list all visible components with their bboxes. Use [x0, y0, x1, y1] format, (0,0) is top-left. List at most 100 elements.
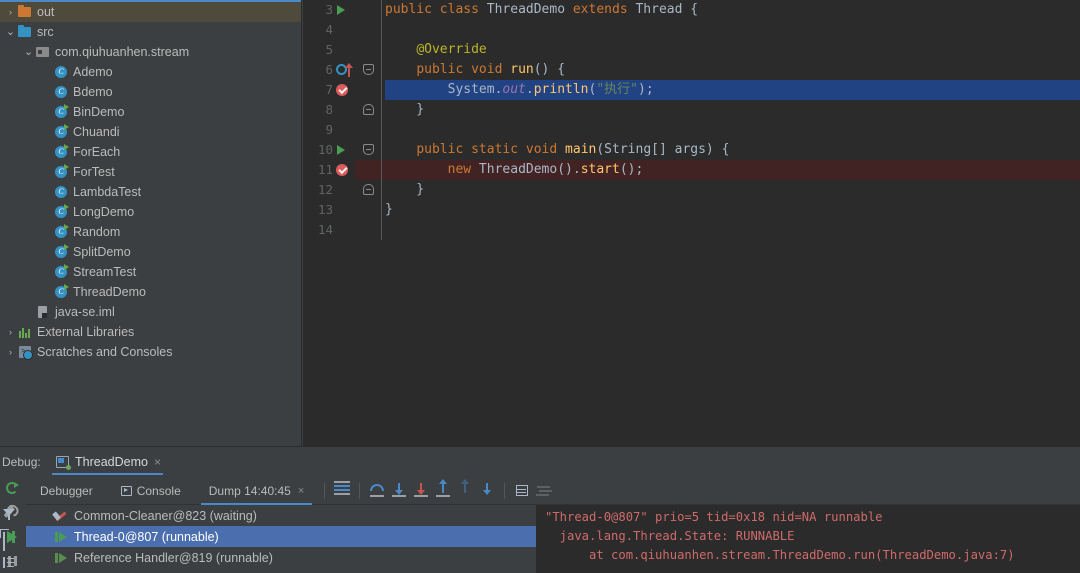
run-gutter-icon[interactable]: [337, 145, 345, 155]
code-line[interactable]: 10 public static void main(String[] args…: [303, 140, 1080, 160]
tree-item-fortest[interactable]: C ForTest: [0, 162, 301, 182]
line-number: 9: [325, 122, 333, 137]
stack-trace-line[interactable]: java.lang.Thread.State: RUNNABLE: [545, 527, 1080, 546]
line-number: 5: [325, 42, 333, 57]
tree-item-foreach[interactable]: C ForEach: [0, 142, 301, 162]
tree-item-bindemo[interactable]: C BinDemo: [0, 102, 301, 122]
breakpoint-icon[interactable]: [336, 84, 348, 96]
stack-trace-line[interactable]: "Thread-0@807" prio=5 tid=0x18 nid=NA ru…: [545, 508, 1080, 527]
tree-item-splitdemo[interactable]: C SplitDemo: [0, 242, 301, 262]
tree-item-bdemo[interactable]: C Bdemo: [0, 82, 301, 102]
rerun-button[interactable]: [3, 479, 23, 499]
tree-item-java-se-iml[interactable]: java-se.iml: [0, 302, 301, 322]
code-line[interactable]: 6 public void run() {: [303, 60, 1080, 80]
tree-item-scratches-and-consoles[interactable]: › >_ Scratches and Consoles: [0, 342, 301, 362]
chevron-right-icon[interactable]: ›: [4, 7, 17, 17]
gutter-divider: [381, 160, 382, 180]
code-line[interactable]: 9: [303, 120, 1080, 140]
tree-item-random[interactable]: C Random: [0, 222, 301, 242]
tab-console[interactable]: Console: [107, 477, 195, 505]
line-number: 4: [325, 22, 333, 37]
code-fold-toggle[interactable]: [363, 184, 374, 195]
tab-debugger[interactable]: Debugger: [26, 477, 107, 505]
runnable-class-icon: C: [53, 264, 69, 280]
toolbar-divider: [504, 482, 506, 499]
code-text: @Override: [416, 42, 487, 57]
tree-item-threaddemo[interactable]: C ThreadDemo: [0, 282, 301, 302]
evaluate-expression-button[interactable]: [511, 480, 533, 502]
tree-item-longdemo[interactable]: C LongDemo: [0, 202, 301, 222]
tree-item-external-libraries[interactable]: › External Libraries: [0, 322, 301, 342]
project-tree[interactable]: › out ⌄ src ⌄ com.qiuhuanhen.stream C Ademo C Bde…: [0, 2, 301, 362]
step-baseline-icon: [414, 494, 429, 497]
debug-tool-window[interactable]: Debug: ThreadDemo × Debugger Console Dum…: [0, 446, 1080, 573]
debug-session-tab-threaddemo[interactable]: ThreadDemo ×: [46, 447, 169, 477]
code-line[interactable]: 7 System.out.println("执行");: [303, 80, 1080, 100]
show-execution-point-button[interactable]: [331, 480, 353, 502]
tree-item-out[interactable]: › out: [0, 2, 301, 22]
code-line[interactable]: 11 new ThreadDemo().start();: [303, 160, 1080, 180]
code-line[interactable]: 4: [303, 20, 1080, 40]
expand-all-button[interactable]: [3, 557, 23, 573]
chevron-right-icon[interactable]: ›: [4, 347, 17, 357]
breakpoint-icon[interactable]: [336, 164, 348, 176]
code-text: new ThreadDemo().start();: [447, 162, 644, 177]
tree-item-chuandi[interactable]: C Chuandi: [0, 122, 301, 142]
thread-list-item[interactable]: Thread-0@807 (runnable): [26, 526, 536, 547]
tree-item-com-qiuhuanhen-stream[interactable]: ⌄ com.qiuhuanhen.stream: [0, 42, 301, 62]
runnable-class-icon: C: [53, 224, 69, 240]
step-over-button[interactable]: [366, 480, 388, 502]
filter-threads-button[interactable]: [3, 509, 23, 527]
code-line[interactable]: 13}: [303, 200, 1080, 220]
tab-dump[interactable]: Dump 14:40:45 ×: [195, 477, 319, 505]
line-number: 3: [325, 2, 333, 17]
copy-dump-button[interactable]: [3, 531, 23, 551]
run-to-cursor-button[interactable]: [476, 480, 498, 502]
gutter-divider: [381, 140, 382, 160]
line-number: 12: [317, 182, 333, 197]
runnable-class-icon: C: [53, 144, 69, 160]
thread-list-item[interactable]: Common-Cleaner@823 (waiting): [26, 505, 536, 526]
execution-point-icon: [334, 480, 351, 487]
drop-frame-button[interactable]: [454, 478, 476, 502]
code-line[interactable]: 14: [303, 220, 1080, 240]
code-text: public static void main(String[] args) {: [416, 142, 730, 157]
class-icon: C: [53, 84, 69, 100]
step-into-button[interactable]: [388, 480, 410, 502]
threads-side-toolbar[interactable]: [0, 505, 26, 573]
tab-dump-label: Dump 14:40:45: [208, 483, 291, 498]
run-gutter-icon[interactable]: [337, 5, 345, 15]
tab-console-label: Console: [136, 483, 181, 498]
tree-item-src[interactable]: ⌄ src: [0, 22, 301, 42]
step-out-button[interactable]: [432, 478, 454, 502]
code-line[interactable]: 3 public class ThreadDemo extends Thread …: [303, 0, 1080, 20]
close-icon[interactable]: ×: [298, 485, 304, 497]
debug-subtab-bar[interactable]: Debugger Console Dump 14:40:45 ×: [26, 477, 1080, 505]
thread-dump-list[interactable]: Common-Cleaner@823 (waiting) Thread-0@807…: [26, 505, 536, 573]
thread-list-item[interactable]: Reference Handler@819 (runnable): [26, 547, 536, 568]
override-method-icon[interactable]: [336, 63, 353, 77]
code-editor[interactable]: 3 public class ThreadDemo extends Thread …: [303, 0, 1080, 446]
stack-trace-line[interactable]: at com.qiuhuanhen.stream.ThreadDemo.run(…: [545, 546, 1080, 565]
code-line[interactable]: 12 }: [303, 180, 1080, 200]
code-line[interactable]: 5 @Override: [303, 40, 1080, 60]
close-icon[interactable]: ×: [154, 455, 161, 469]
chevron-down-icon[interactable]: ⌄: [4, 26, 17, 38]
layout-settings-button[interactable]: [533, 480, 555, 502]
tree-item-ademo[interactable]: C Ademo: [0, 62, 301, 82]
code-fold-toggle[interactable]: [363, 64, 374, 75]
code-fold-toggle[interactable]: [363, 104, 374, 115]
chevron-right-icon[interactable]: ›: [4, 327, 17, 337]
code-fold-toggle[interactable]: [363, 144, 374, 155]
force-step-into-button[interactable]: [410, 480, 432, 502]
tree-item-streamtest[interactable]: C StreamTest: [0, 262, 301, 282]
tree-item-label: Random: [73, 225, 121, 239]
tree-item-lambdatest[interactable]: C LambdaTest: [0, 182, 301, 202]
thread-runnable-icon: [54, 551, 68, 565]
thread-label: Reference Handler@819 (runnable): [74, 550, 273, 565]
tree-item-label: Scratches and Consoles: [37, 345, 173, 359]
project-tree-panel[interactable]: › out ⌄ src ⌄ com.qiuhuanhen.stream C Ademo C Bde…: [0, 0, 302, 446]
stack-trace-panel[interactable]: "Thread-0@807" prio=5 tid=0x18 nid=NA ru…: [537, 505, 1080, 573]
chevron-down-icon[interactable]: ⌄: [22, 46, 35, 58]
code-line[interactable]: 8 }: [303, 100, 1080, 120]
